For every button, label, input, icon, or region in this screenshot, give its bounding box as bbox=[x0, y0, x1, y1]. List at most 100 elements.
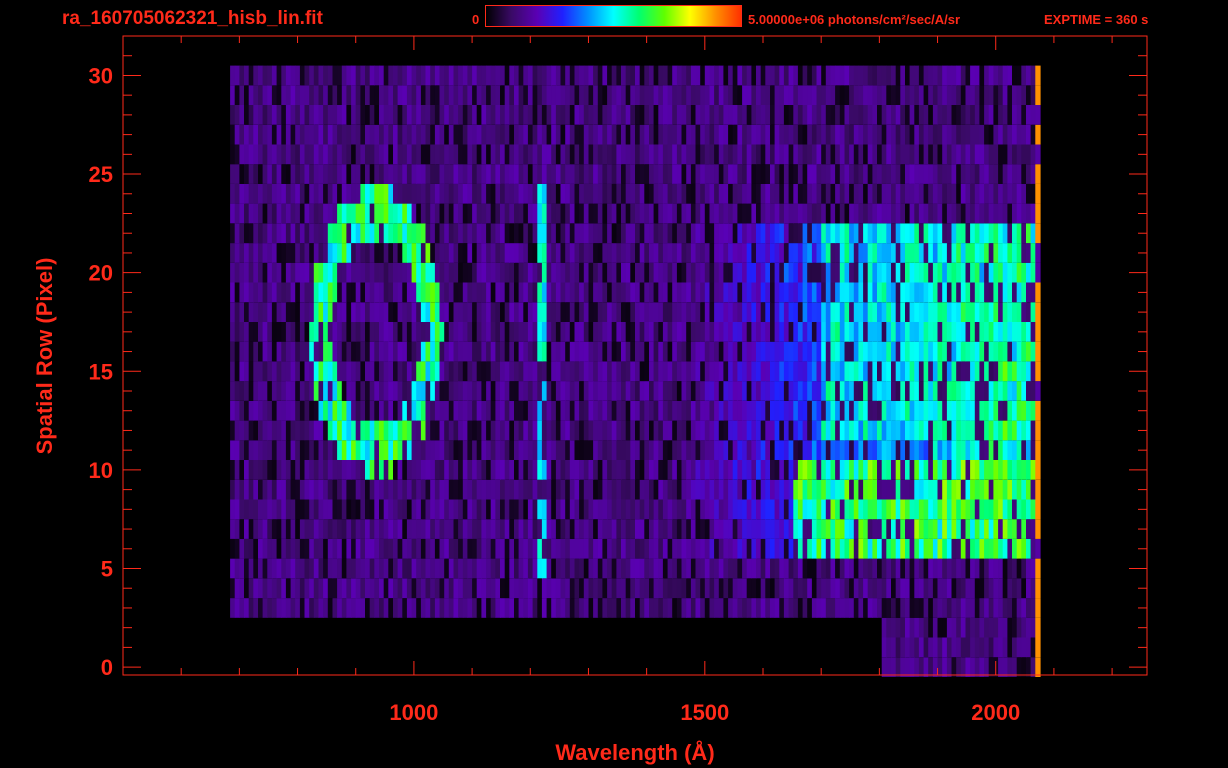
heatmap-cell bbox=[1002, 578, 1008, 599]
heatmap-cell bbox=[481, 124, 487, 145]
heatmap-cell bbox=[504, 400, 510, 421]
heatmap-cell bbox=[1012, 657, 1018, 677]
heatmap-cell bbox=[397, 243, 403, 263]
heatmap-cell bbox=[565, 262, 571, 283]
heatmap-cell bbox=[239, 558, 245, 579]
heatmap-cell bbox=[509, 578, 515, 599]
heatmap-cell bbox=[993, 144, 999, 165]
heatmap-cell bbox=[984, 203, 990, 224]
heatmap-cell bbox=[965, 538, 971, 559]
heatmap-cell bbox=[1035, 85, 1041, 105]
heatmap-cell bbox=[434, 322, 441, 342]
heatmap-cell bbox=[690, 598, 697, 618]
heatmap-cell bbox=[863, 85, 869, 105]
heatmap-cell bbox=[439, 479, 445, 500]
heatmap-cell bbox=[672, 65, 678, 86]
heatmap-cell bbox=[709, 400, 715, 421]
heatmap-cell bbox=[835, 262, 841, 283]
heatmap-cell bbox=[639, 124, 645, 145]
heatmap-cell bbox=[462, 538, 469, 559]
heatmap-cell bbox=[625, 282, 631, 303]
heatmap-cell bbox=[383, 282, 389, 303]
heatmap-cell bbox=[998, 598, 1004, 618]
heatmap-cell bbox=[891, 341, 897, 362]
heatmap-cell bbox=[686, 341, 692, 362]
heatmap-cell bbox=[932, 243, 939, 263]
heatmap-cell bbox=[979, 105, 985, 125]
heatmap-cell bbox=[295, 499, 301, 520]
heatmap-cell bbox=[1030, 203, 1036, 224]
heatmap-cell bbox=[737, 499, 743, 520]
heatmap-cell bbox=[1007, 262, 1013, 283]
heatmap-cell bbox=[453, 282, 459, 303]
heatmap-cell bbox=[918, 144, 925, 165]
heatmap-cell bbox=[509, 183, 515, 204]
heatmap-cell bbox=[900, 637, 906, 658]
heatmap-cell bbox=[681, 203, 687, 224]
heatmap-cell bbox=[788, 519, 794, 539]
heatmap-cell bbox=[923, 341, 929, 362]
heatmap-cell bbox=[695, 183, 701, 204]
heatmap-cell bbox=[821, 440, 827, 460]
heatmap-cell bbox=[909, 65, 915, 86]
heatmap-cell bbox=[714, 361, 720, 382]
heatmap-cell bbox=[709, 479, 715, 500]
heatmap-cell bbox=[337, 105, 343, 125]
heatmap-cell bbox=[411, 65, 417, 86]
heatmap-cell bbox=[937, 440, 943, 460]
heatmap-cell bbox=[998, 460, 1004, 480]
heatmap-cell bbox=[984, 164, 990, 184]
heatmap-cell bbox=[811, 65, 818, 86]
heatmap-cell bbox=[867, 85, 873, 105]
heatmap-cell bbox=[923, 420, 929, 441]
heatmap-cell bbox=[909, 637, 915, 658]
heatmap-cell bbox=[360, 65, 366, 86]
heatmap-cell bbox=[616, 381, 622, 401]
heatmap-cell bbox=[369, 124, 375, 145]
heatmap-cell bbox=[397, 85, 403, 105]
heatmap-cell bbox=[593, 322, 599, 342]
heatmap-cell bbox=[965, 460, 971, 480]
heatmap-cell bbox=[583, 519, 590, 539]
heatmap-cell bbox=[746, 420, 752, 441]
heatmap-cell bbox=[867, 105, 873, 125]
heatmap-cell bbox=[258, 499, 264, 520]
heatmap-cell bbox=[253, 381, 259, 401]
heatmap-cell bbox=[830, 400, 836, 421]
heatmap-cell bbox=[802, 538, 808, 559]
heatmap-cell bbox=[946, 598, 953, 618]
heatmap-cell bbox=[1016, 262, 1022, 283]
heatmap-cell bbox=[602, 519, 608, 539]
heatmap-cell bbox=[937, 578, 943, 599]
heatmap-cell bbox=[770, 598, 776, 618]
heatmap-cell bbox=[653, 578, 659, 599]
heatmap-cell bbox=[993, 322, 999, 342]
heatmap-cell bbox=[234, 65, 240, 86]
heatmap-cell bbox=[770, 302, 776, 322]
heatmap-cell bbox=[877, 598, 883, 618]
heatmap-cell bbox=[742, 519, 748, 539]
heatmap-cell bbox=[285, 479, 292, 500]
heatmap-cell bbox=[662, 105, 669, 125]
heatmap-cell bbox=[951, 538, 957, 559]
heatmap-cell bbox=[481, 558, 487, 579]
heatmap-cell bbox=[574, 262, 580, 283]
heatmap-cell bbox=[495, 440, 501, 460]
heatmap-cell bbox=[956, 203, 962, 224]
heatmap-cell bbox=[695, 85, 701, 105]
heatmap-cell bbox=[458, 460, 464, 480]
heatmap-cell bbox=[951, 144, 957, 165]
heatmap-cell bbox=[611, 105, 617, 125]
heatmap-cell bbox=[770, 420, 776, 441]
heatmap-cell bbox=[998, 538, 1004, 559]
heatmap-cell bbox=[588, 538, 594, 559]
heatmap-cell bbox=[318, 164, 324, 184]
heatmap-cell bbox=[1035, 144, 1041, 165]
heatmap-cell bbox=[1026, 381, 1032, 401]
heatmap-cell bbox=[271, 420, 278, 441]
heatmap-cell bbox=[262, 440, 268, 460]
heatmap-cell bbox=[397, 538, 403, 559]
heatmap-cell bbox=[928, 538, 934, 559]
heatmap-cell bbox=[858, 243, 864, 263]
heatmap-cell bbox=[253, 460, 259, 480]
